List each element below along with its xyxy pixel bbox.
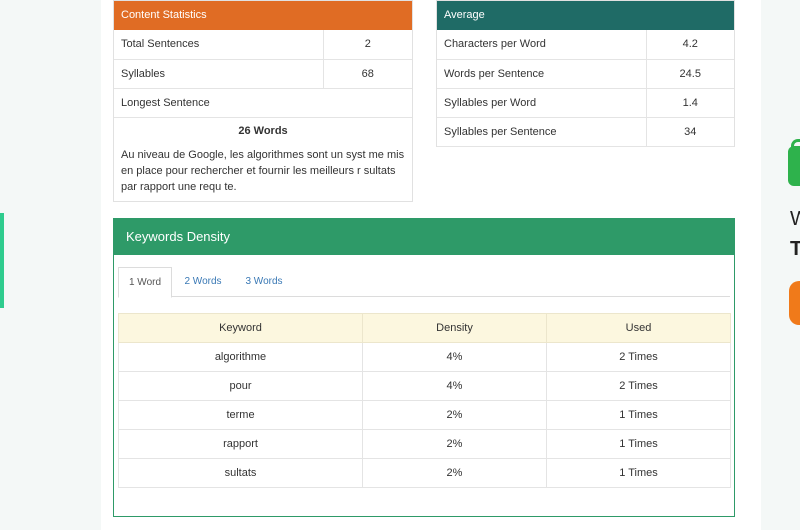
density-cell: 4% bbox=[362, 342, 547, 372]
table-row: sultats 2% 1 Times bbox=[118, 458, 731, 488]
table-row: Syllables per Sentence 34 bbox=[437, 117, 734, 147]
keyword-tabs: 1 Word 2 Words 3 Words bbox=[118, 267, 730, 298]
column-header-density: Density bbox=[362, 313, 547, 343]
stat-label: Total Sentences bbox=[114, 30, 323, 60]
average-panel: Average Characters per Word 4.2 Words pe… bbox=[436, 0, 735, 147]
table-row: Words per Sentence 24.5 bbox=[437, 59, 734, 89]
longest-sentence-label: Longest Sentence bbox=[121, 96, 210, 109]
content-statistics-panel: Content Statistics Total Sentences 2 Syl… bbox=[113, 0, 413, 202]
table-row: Characters per Word 4.2 bbox=[437, 30, 734, 60]
stat-value: 68 bbox=[322, 59, 412, 89]
longest-sentence-text: Au niveau de Google, les algorithmes son… bbox=[121, 149, 405, 193]
average-title: Average bbox=[437, 1, 734, 30]
table-row: algorithme 4% 2 Times bbox=[118, 342, 731, 372]
table-row: Longest Sentence bbox=[114, 88, 412, 117]
used-cell: 2 Times bbox=[546, 371, 731, 401]
table-row: rapport 2% 1 Times bbox=[118, 429, 731, 459]
ad-button[interactable] bbox=[789, 281, 800, 325]
table-header-row: Keyword Density Used bbox=[118, 313, 731, 343]
keyword-cell: algorithme bbox=[118, 342, 363, 372]
average-value: 34 bbox=[645, 117, 734, 147]
density-cell: 2% bbox=[362, 429, 547, 459]
keyword-cell: pour bbox=[118, 371, 363, 401]
density-cell: 2% bbox=[362, 400, 547, 430]
stat-value: 2 bbox=[322, 30, 412, 60]
table-row: terme 2% 1 Times bbox=[118, 400, 731, 430]
keywords-density-panel: Keywords Density 1 Word 2 Words 3 Words … bbox=[113, 218, 735, 517]
tab-1-word[interactable]: 1 Word bbox=[118, 267, 172, 298]
tab-2-words[interactable]: 2 Words bbox=[176, 267, 230, 298]
stat-label: Syllables bbox=[114, 59, 323, 89]
keywords-density-title: Keywords Density bbox=[114, 219, 734, 255]
tab-3-words[interactable]: 3 Words bbox=[236, 267, 292, 298]
density-cell: 4% bbox=[362, 371, 547, 401]
keyword-cell: terme bbox=[118, 400, 363, 430]
content-statistics-table: Total Sentences 2 Syllables 68 Longest S… bbox=[114, 30, 412, 117]
column-header-keyword: Keyword bbox=[118, 313, 363, 343]
average-table: Characters per Word 4.2 Words per Senten… bbox=[437, 30, 734, 147]
average-value: 1.4 bbox=[645, 88, 734, 118]
average-label: Syllables per Sentence bbox=[437, 117, 646, 147]
table-row: Syllables per Word 1.4 bbox=[437, 88, 734, 118]
used-cell: 2 Times bbox=[546, 342, 731, 372]
table-row: Syllables 68 bbox=[114, 59, 412, 89]
content-statistics-title: Content Statistics bbox=[114, 1, 412, 30]
longest-sentence-words: 26 Words bbox=[238, 125, 288, 137]
average-label: Characters per Word bbox=[437, 30, 646, 60]
used-cell: 1 Times bbox=[546, 458, 731, 488]
table-row: pour 4% 2 Times bbox=[118, 371, 731, 401]
ad-letter-1: W bbox=[790, 208, 800, 230]
lock-icon bbox=[788, 139, 800, 186]
average-label: Words per Sentence bbox=[437, 59, 646, 89]
keywords-table: Keyword Density Used algorithme 4% 2 Tim… bbox=[118, 313, 731, 488]
average-value: 4.2 bbox=[645, 30, 734, 60]
table-row: Total Sentences 2 bbox=[114, 30, 412, 60]
used-cell: 1 Times bbox=[546, 429, 731, 459]
used-cell: 1 Times bbox=[546, 400, 731, 430]
left-accent-bar bbox=[0, 213, 4, 308]
ad-letter-2: T bbox=[790, 238, 800, 260]
average-label: Syllables per Word bbox=[437, 88, 646, 118]
keyword-cell: rapport bbox=[118, 429, 363, 459]
keyword-cell: sultats bbox=[118, 458, 363, 488]
average-value: 24.5 bbox=[645, 59, 734, 89]
density-cell: 2% bbox=[362, 458, 547, 488]
column-header-used: Used bbox=[546, 313, 731, 343]
longest-sentence-block: 26 Words Au niveau de Google, les algori… bbox=[114, 117, 412, 201]
